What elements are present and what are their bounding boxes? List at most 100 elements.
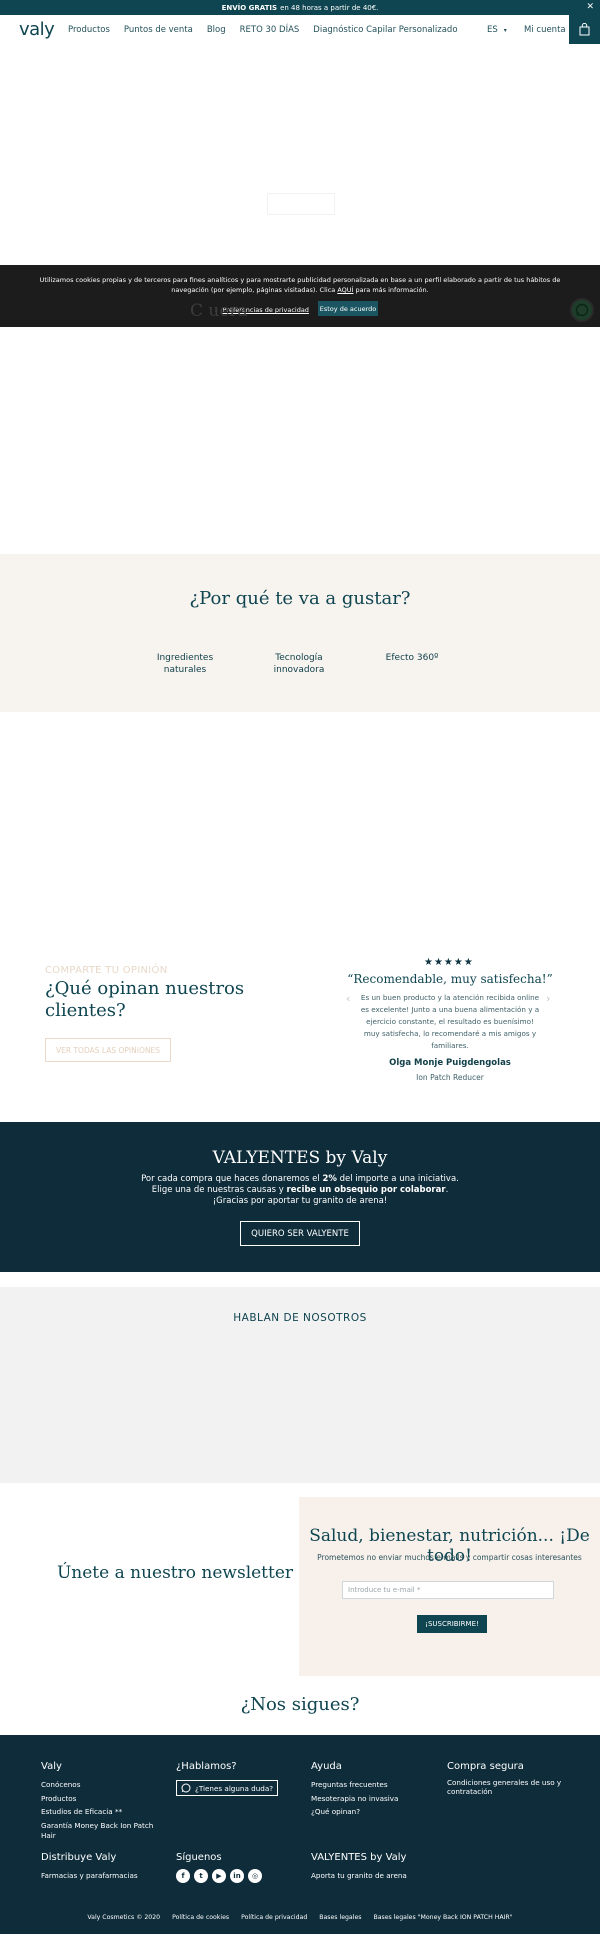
press-title: HABLAN DE NOSOTROS (233, 1312, 367, 1324)
site-footer: Valy Conócenos Productos Estudios de Efi… (0, 1735, 600, 1934)
cookie-text: Utilizamos cookies propias y de terceros… (30, 275, 570, 295)
feature-ingredientes: Ingredientes naturales (156, 653, 214, 675)
footer-heading-siguenos: Síguenos (176, 1852, 222, 1863)
footer-heading-valy: Valy (41, 1761, 62, 1772)
footer-whatsapp-button[interactable]: ¿Tienes alguna duda? (176, 1780, 279, 1796)
site-header: valy Productos Puntos de venta Blog RETO… (0, 15, 600, 46)
whatsapp-float-button[interactable] (570, 298, 594, 322)
valyentes-line-2c: . (445, 1185, 449, 1195)
language-selector[interactable]: ES ▾ (487, 25, 507, 35)
footer-heading-ayuda: Ayuda (311, 1761, 342, 1772)
footer-col-distribuye: Distribuye Valy Farmacias y parafarmacia… (41, 1852, 161, 1883)
footer-col-valyentes: VALYENTES by Valy Aporta tu granito de a… (311, 1852, 451, 1883)
main-nav: Productos Puntos de venta Blog RETO 30 D… (68, 25, 472, 35)
cookie-info-link[interactable]: AQUÍ (337, 286, 353, 294)
newsletter-subtitle: Prometemos no enviar muchos e-mails y co… (317, 1553, 582, 1562)
valyentes-line-3: ¡Gracias por aportar tu granito de arena… (212, 1196, 388, 1206)
footer-heading-hablamos: ¿Hablamos? (176, 1761, 237, 1772)
hero-button[interactable] (267, 193, 335, 215)
linkedin-icon[interactable]: in (230, 1869, 244, 1883)
carousel-next-button[interactable]: › (546, 992, 550, 1005)
footer-bottom: Valy Cosmetics © 2020 Política de cookie… (0, 1914, 600, 1921)
follow-title: ¿Nos sigues? (240, 1694, 360, 1715)
footer-link-garantia[interactable]: Garantía Money Back Ion Patch Hair (41, 1821, 161, 1841)
accept-cookies-button[interactable]: Estoy de acuerdo (318, 301, 378, 316)
footer-link-mesoterapia[interactable]: Mesoterapia no invasiva (311, 1792, 431, 1806)
account-link[interactable]: Mi cuenta (524, 25, 566, 35)
nav-item-productos[interactable]: Productos (68, 25, 110, 35)
review-headline: “Recomendable, muy satisfecha!” (347, 972, 553, 986)
subscribe-button[interactable]: ¡SUSCRIBIRME! (417, 1615, 487, 1633)
footer-col-siguenos: Síguenos f t ▶ in ◎ (176, 1852, 296, 1883)
footer-heading-compra: Compra segura (447, 1761, 524, 1772)
content-blank-section-2 (0, 712, 600, 952)
footer-link-estudios[interactable]: Estudios de Eficacia ** (41, 1805, 161, 1819)
valyentes-line-1: Por cada compra que haces donaremos el 2… (0, 1174, 600, 1185)
footer-heading-distribuye: Distribuye Valy (41, 1852, 117, 1863)
valyentes-line-1c: del importe a una iniciativa. (336, 1174, 459, 1184)
content-blank-section (0, 327, 600, 554)
whatsapp-icon (181, 1783, 191, 1793)
footer-link-condiciones[interactable]: Condiciones generales de uso y contratac… (447, 1778, 567, 1796)
valyentes-line-2: Elige una de nuestras causas y recibe un… (0, 1185, 600, 1196)
footer-heading-valyentes: VALYENTES by Valy (311, 1852, 407, 1863)
close-icon[interactable]: ✕ (586, 2, 594, 12)
hero-banner (0, 46, 600, 265)
feature-tecnologia: Tecnología innovadora (273, 653, 325, 675)
cart-button[interactable] (569, 15, 600, 44)
star-rating: ★★★★★ (424, 957, 474, 968)
promo-bar: ENVÍO GRATIS en 48 horas a partir de 40€… (0, 0, 600, 15)
footer-link-opinan[interactable]: ¿Qué opinan? (311, 1805, 431, 1819)
carousel-prev-button[interactable]: ‹ (346, 992, 350, 1005)
footer-link-bases[interactable]: Bases legales (319, 1914, 361, 1921)
email-field[interactable]: Introduce tu e-mail * (342, 1581, 554, 1599)
valyente-button[interactable]: QUIERO SER VALYENTE (240, 1221, 360, 1246)
language-label: ES (487, 25, 498, 35)
newsletter-title: Únete a nuestro newsletter (56, 1563, 294, 1583)
footer-link-cookies[interactable]: Política de cookies (172, 1914, 229, 1921)
valyentes-section: VALYENTES by Valy Por cada compra que ha… (0, 1122, 600, 1272)
valyentes-gift: recibe un obsequio por colaborar (286, 1185, 446, 1195)
footer-link-privacidad[interactable]: Política de privacidad (241, 1914, 307, 1921)
review-body: Es un buen producto y la atención recibi… (360, 993, 540, 1050)
review-author: Olga Monje Puigdengolas (389, 1058, 511, 1068)
footer-link-productos[interactable]: Productos (41, 1792, 161, 1806)
twitter-icon[interactable]: t (194, 1869, 208, 1883)
footer-col-valy: Valy Conócenos Productos Estudios de Efi… (41, 1761, 161, 1841)
cookie-text-part2: para más información. (353, 286, 429, 294)
valyentes-line-2a: Elige una de nuestras causas y (151, 1185, 287, 1195)
nav-item-diagnostico[interactable]: Diagnóstico Capilar Personalizado (313, 25, 457, 35)
reviews-title: ¿Qué opinan nuestros clientes? (45, 978, 245, 1021)
footer-col-ayuda: Ayuda Preguntas frecuentes Mesoterapia n… (311, 1761, 431, 1819)
footer-link-conocenos[interactable]: Conócenos (41, 1778, 161, 1792)
nav-item-reto[interactable]: RETO 30 DÍAS (240, 25, 300, 35)
nav-item-puntos-de-venta[interactable]: Puntos de venta (124, 25, 193, 35)
footer-link-faq[interactable]: Preguntas frecuentes (311, 1778, 431, 1792)
cookie-banner: Utilizamos cookies propias y de terceros… (0, 265, 600, 327)
nav-item-blog[interactable]: Blog (207, 25, 226, 35)
logo[interactable]: valy (19, 19, 55, 40)
reviews-kicker: COMPARTE TU OPINIÓN (45, 965, 168, 976)
youtube-icon[interactable]: ▶ (212, 1869, 226, 1883)
footer-link-farmacias[interactable]: Farmacias y parafarmacias (41, 1869, 161, 1883)
chevron-down-icon: ▾ (503, 27, 507, 34)
footer-col-compra: Compra segura Condiciones generales de u… (447, 1761, 567, 1796)
footer-link-bases-money-back[interactable]: Bases legales "Money Back ION PATCH HAIR… (373, 1914, 512, 1921)
feature-efecto: Efecto 360º (385, 653, 439, 663)
review-product: Ion Patch Reducer (416, 1073, 484, 1082)
whatsapp-icon (575, 303, 589, 317)
see-all-reviews-button[interactable]: VER TODAS LAS OPINIONES (45, 1038, 171, 1062)
facebook-icon[interactable]: f (176, 1869, 190, 1883)
footer-link-aporta[interactable]: Aporta tu granito de arena (311, 1869, 451, 1883)
promo-text: en 48 horas a partir de 40€. (280, 3, 379, 12)
social-icons: f t ▶ in ◎ (176, 1869, 296, 1883)
footer-col-hablamos: ¿Hablamos? ¿Tienes alguna duda? (176, 1761, 296, 1797)
instagram-icon[interactable]: ◎ (248, 1869, 262, 1883)
newsletter-form-panel: Salud, bienestar, nutrición... ¡De todo!… (299, 1497, 600, 1676)
valyentes-title: VALYENTES by Valy (212, 1148, 388, 1168)
bag-icon (579, 23, 590, 36)
cookie-text-part1: Utilizamos cookies propias y de terceros… (39, 276, 561, 294)
why-title: ¿Por qué te va a gustar? (189, 588, 411, 609)
promo-bold: ENVÍO GRATIS (221, 3, 278, 12)
copyright: Valy Cosmetics © 2020 (87, 1914, 161, 1921)
